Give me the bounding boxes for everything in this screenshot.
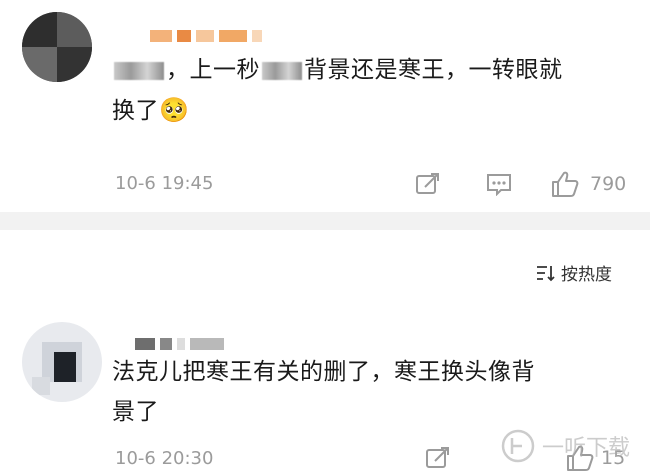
watermark-logo-icon bbox=[501, 429, 535, 463]
like-count: 790 bbox=[590, 173, 627, 195]
username-blurred[interactable] bbox=[135, 338, 224, 350]
like-button[interactable]: 790 bbox=[550, 170, 626, 198]
comment-icon bbox=[487, 174, 511, 196]
avatar[interactable] bbox=[22, 12, 92, 82]
comment-time: 10-6 20:30 bbox=[115, 448, 214, 469]
pleading-face-emoji: 🥺 bbox=[159, 96, 190, 124]
comment-time: 10-6 19:45 bbox=[115, 173, 214, 194]
sort-label: 按热度 bbox=[561, 265, 612, 285]
comment-text: 法克儿把寒王有关的删了，寒王换头像背 景了 bbox=[112, 359, 535, 425]
share-icon bbox=[416, 173, 439, 194]
sort-by-heat-button[interactable]: 按热度 bbox=[535, 260, 612, 285]
reply-button[interactable] bbox=[485, 172, 513, 196]
watermark: 一听下载 bbox=[500, 428, 630, 464]
sort-icon bbox=[537, 265, 555, 281]
mention-blurred bbox=[114, 61, 164, 80]
share-button[interactable] bbox=[425, 446, 451, 470]
mention-blurred bbox=[262, 61, 302, 80]
section-divider bbox=[0, 212, 650, 230]
username-blurred[interactable] bbox=[150, 30, 262, 42]
thumbs-up-icon bbox=[552, 171, 579, 197]
avatar[interactable] bbox=[22, 322, 102, 402]
share-button[interactable] bbox=[415, 172, 441, 196]
share-icon bbox=[426, 447, 449, 468]
watermark-text: 一听下载 bbox=[542, 436, 631, 461]
comment-text: ，上一秒 背景还是寒王，一转眼就 换了🥺 bbox=[112, 57, 563, 124]
